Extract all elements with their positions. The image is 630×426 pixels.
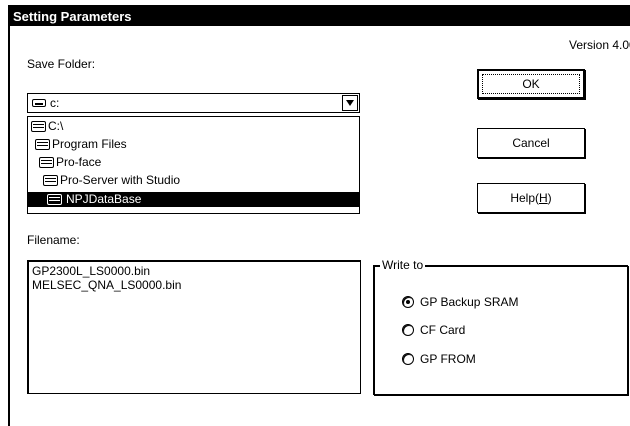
write-to-group-title: Write to bbox=[380, 258, 426, 272]
radio-circle-icon bbox=[402, 353, 414, 365]
cancel-button-label: Cancel bbox=[512, 136, 550, 150]
folder-item-label: C:\ bbox=[48, 119, 64, 133]
folder-icon bbox=[39, 157, 54, 168]
file-item[interactable]: MELSEC_QNA_LS0000.bin bbox=[32, 278, 181, 292]
dialog-title: Setting Parameters bbox=[10, 7, 630, 26]
folder-item-label: Pro-face bbox=[56, 155, 102, 169]
folder-icon bbox=[43, 175, 58, 186]
folder-item-label: NPJDataBase bbox=[66, 192, 142, 206]
radio-circle-icon bbox=[402, 324, 414, 336]
folder-icon bbox=[35, 139, 50, 150]
write-to-group: Write to GP Backup SRAM CF Card GP FROM bbox=[373, 258, 628, 395]
folder-list[interactable]: C:\ Program Files Pro-face Pro-Server wi… bbox=[27, 116, 360, 214]
filename-label: Filename: bbox=[27, 233, 80, 247]
setting-parameters-dialog: Setting Parameters Version 4.00 Save Fol… bbox=[8, 5, 630, 426]
folder-icon bbox=[47, 194, 62, 205]
help-button[interactable]: Help(H) bbox=[477, 183, 585, 213]
radio-circle-icon bbox=[402, 296, 414, 308]
file-list[interactable]: GP2300L_LS0000.bin MELSEC_QNA_LS0000.bin bbox=[27, 260, 361, 394]
folder-icon bbox=[31, 121, 46, 132]
chevron-down-icon[interactable] bbox=[342, 95, 358, 111]
radio-label: GP FROM bbox=[420, 352, 476, 366]
folder-item-npjdatabase[interactable]: NPJDataBase bbox=[28, 192, 359, 207]
ok-button-label: OK bbox=[522, 77, 540, 91]
save-folder-label: Save Folder: bbox=[27, 57, 96, 71]
radio-label: CF Card bbox=[420, 323, 466, 337]
drive-select[interactable]: c: bbox=[27, 93, 360, 113]
version-label: Version 4.00 bbox=[569, 38, 630, 52]
drive-icon bbox=[32, 99, 46, 107]
folder-item-label: Pro-Server with Studio bbox=[60, 173, 181, 187]
file-item[interactable]: GP2300L_LS0000.bin bbox=[32, 264, 150, 278]
drive-select-value: c: bbox=[50, 96, 60, 110]
ok-button[interactable]: OK bbox=[477, 69, 585, 99]
help-button-label: Help(H) bbox=[510, 191, 552, 205]
folder-item-label: Program Files bbox=[52, 137, 127, 151]
cancel-button[interactable]: Cancel bbox=[477, 128, 585, 158]
radio-label: GP Backup SRAM bbox=[420, 295, 519, 309]
